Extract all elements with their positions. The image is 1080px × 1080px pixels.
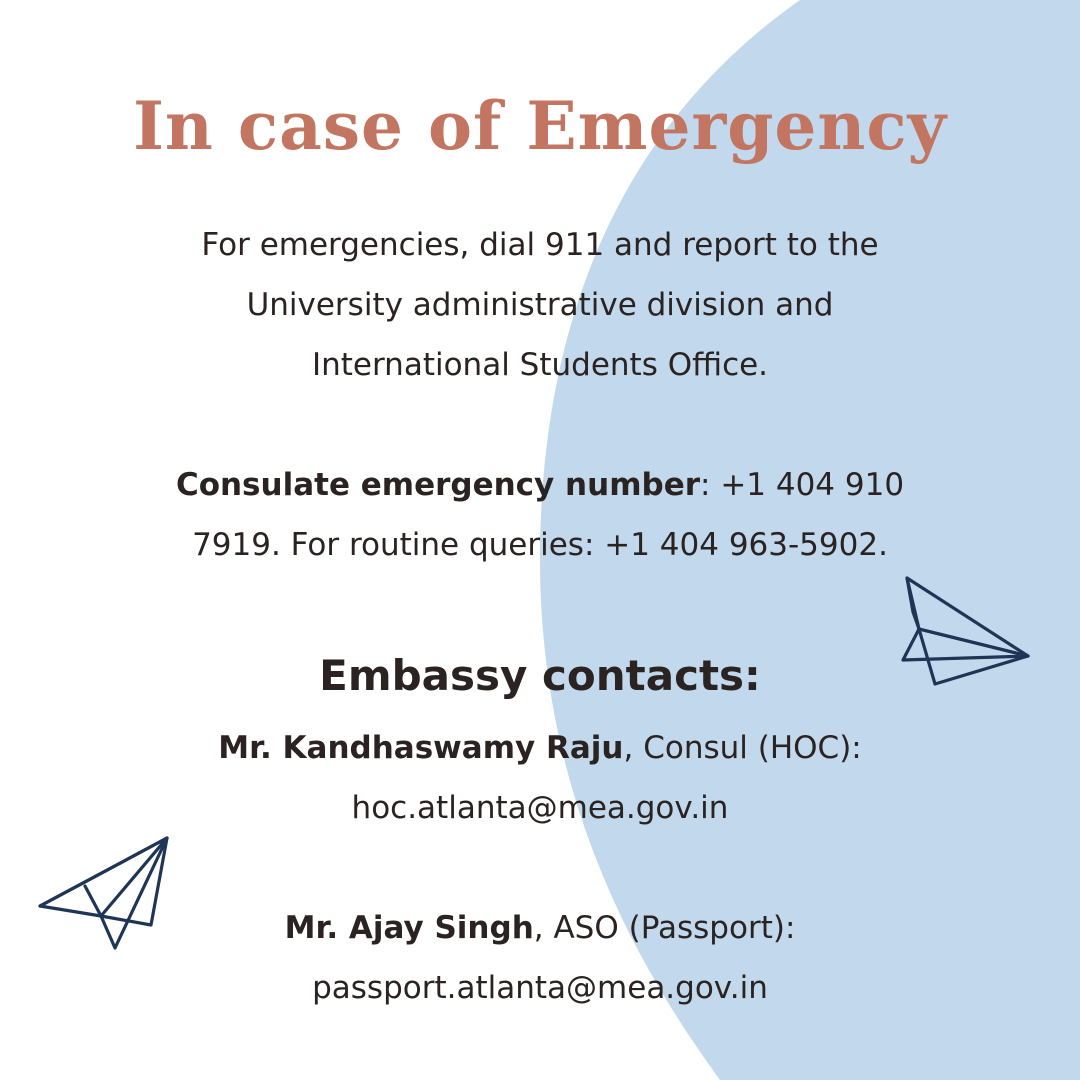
contact-name: Mr. Ajay Singh bbox=[284, 910, 534, 946]
contact-email: hoc.atlanta@mea.gov.in bbox=[351, 790, 729, 826]
contact-entry: Mr. Kandhaswamy Raju, Consul (HOC): hoc.a… bbox=[150, 718, 930, 838]
emergency-card: In case of Emergency For emergencies, di… bbox=[0, 0, 1080, 1080]
page-title: In case of Emergency bbox=[133, 87, 947, 165]
consulate-label: Consulate emergency number bbox=[175, 467, 701, 503]
contact-name: Mr. Kandhaswamy Raju bbox=[218, 730, 624, 766]
consulate-info: Consulate emergency number: +1 404 910 7… bbox=[150, 455, 930, 575]
contact-email: passport.atlanta@mea.gov.in bbox=[312, 970, 768, 1006]
intro-text: For emergencies, dial 911 and report to … bbox=[201, 227, 879, 383]
embassy-heading: Embassy contacts: bbox=[319, 651, 761, 700]
contact-role: , ASO (Passport): bbox=[533, 910, 796, 946]
contact-entry: Mr. Ajay Singh, ASO (Passport): passport.… bbox=[150, 898, 930, 1018]
contact-role: , Consul (HOC): bbox=[623, 730, 862, 766]
content: In case of Emergency For emergencies, di… bbox=[0, 0, 1080, 1080]
